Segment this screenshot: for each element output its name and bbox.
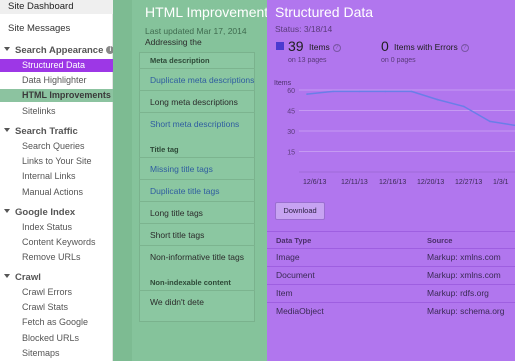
- collapse-triangle-icon[interactable]: [4, 128, 10, 133]
- sidebar-section-header[interactable]: Google Index: [0, 207, 113, 218]
- sidebar-section-title: Search Appearance: [15, 45, 104, 56]
- data-point: [306, 93, 308, 95]
- help-icon[interactable]: ?: [332, 43, 341, 52]
- sidebar-section-title: Search Traffic: [15, 126, 78, 137]
- page-title: HTML Improvements: [145, 4, 276, 20]
- sidebar-section-header[interactable]: Search Traffic: [0, 126, 113, 137]
- sidebar-item[interactable]: Index Status: [0, 221, 113, 234]
- source-cell: Markup: xmlns.com: [427, 270, 501, 280]
- sidebar-section-header[interactable]: Search Appearance i: [0, 45, 115, 56]
- data-point: [358, 90, 361, 93]
- items-legend-swatch: [276, 42, 284, 50]
- sidebar-item-site-messages[interactable]: Site Messages: [0, 23, 113, 34]
- data-type-cell[interactable]: Document: [276, 270, 315, 280]
- issue-row: Long meta descriptions: [139, 90, 255, 112]
- errors-count: 0: [381, 38, 389, 54]
- sidebar-item[interactable]: Fetch as Google: [0, 316, 113, 329]
- help-icon[interactable]: ?: [460, 43, 469, 52]
- issue-row: Non-informative title tags: [139, 245, 255, 267]
- sidebar-item[interactable]: Content Keywords: [0, 236, 113, 249]
- x-tick-label: 12/11/13: [341, 179, 368, 186]
- sidebar-item[interactable]: Crawl Stats: [0, 301, 113, 314]
- data-point: [332, 90, 334, 93]
- sidebar-item[interactable]: Sitemaps: [0, 347, 113, 360]
- source-cell: Markup: schema.org: [427, 306, 505, 316]
- data-point: [489, 120, 491, 123]
- errors-label: Items with Errors?: [394, 42, 469, 52]
- data-type-cell[interactable]: Image: [276, 252, 300, 262]
- sidebar-item[interactable]: Blocked URLs: [0, 332, 113, 345]
- sidebar-section-title: Google Index: [15, 207, 76, 218]
- issue-row[interactable]: Duplicate meta descriptions: [139, 68, 255, 90]
- items-line-chart: 60 45 30 15 12/6/13 12/11/13 12/16/13 12/20/13 1…: [287, 88, 515, 186]
- sidebar-item-site-dashboard[interactable]: Site Dashboard: [0, 0, 113, 14]
- issue-group-heading: Meta description: [150, 56, 210, 65]
- y-tick-label: 15: [287, 150, 295, 157]
- y-tick-label: 60: [287, 88, 295, 95]
- addressing-text: Addressing the: [145, 37, 202, 47]
- data-type-cell[interactable]: MediaObject: [276, 306, 324, 316]
- items-series-line: [306, 90, 515, 127]
- sidebar-item[interactable]: HTML Improvements: [0, 89, 113, 103]
- data-type-cell[interactable]: Item: [276, 288, 293, 298]
- structured-data-title: Structured Data: [275, 4, 374, 20]
- issue-row: Short title tags: [139, 223, 255, 245]
- x-tick-label: 12/20/13: [417, 179, 444, 186]
- col-header-data-type: Data Type: [276, 236, 312, 245]
- x-tick-label: 12/6/13: [303, 179, 326, 186]
- data-point: [384, 90, 387, 93]
- status-text: Status: 3/18/14: [275, 24, 333, 34]
- collapse-triangle-icon[interactable]: [4, 209, 10, 214]
- issue-row: We didn't dete: [139, 290, 255, 312]
- download-button[interactable]: Download: [275, 202, 325, 220]
- issue-group-heading: Non-indexable content: [150, 278, 231, 287]
- issue-group-heading: Title tag: [150, 145, 179, 154]
- sidebar-section-header[interactable]: Crawl: [0, 272, 113, 283]
- issue-row: Long title tags: [139, 201, 255, 223]
- errors-pages: on 0 pages: [381, 57, 416, 64]
- issue-row[interactable]: Short meta descriptions: [139, 112, 255, 134]
- sidebar-section-title: Crawl: [15, 272, 41, 283]
- sidebar-item[interactable]: Remove URLs: [0, 251, 113, 264]
- y-tick-label: 30: [287, 129, 295, 136]
- sidebar-item[interactable]: Manual Actions: [0, 186, 113, 199]
- items-label: Items?: [309, 42, 341, 52]
- table-divider: [267, 231, 515, 232]
- sidebar-item[interactable]: Search Queries: [0, 140, 113, 153]
- x-tick-label: 1/3/1: [493, 179, 509, 186]
- collapse-triangle-icon[interactable]: [4, 274, 10, 279]
- sidebar-item[interactable]: Sitelinks: [0, 105, 113, 118]
- html-improvements-panel: HTML Improvements Last updated Mar 17, 2…: [113, 0, 275, 361]
- source-cell: Markup: rdfs.org: [427, 288, 489, 298]
- sidebar-item[interactable]: Links to Your Site: [0, 155, 113, 168]
- x-tick-label: 12/27/13: [455, 179, 482, 186]
- y-tick-label: 45: [287, 109, 295, 116]
- items-count: 39: [288, 38, 304, 54]
- col-header-source: Source: [427, 236, 453, 245]
- issue-row[interactable]: Duplicate title tags: [139, 179, 255, 201]
- structured-data-panel: Structured Data Status: 3/18/14 39 Items…: [267, 0, 515, 361]
- collapse-triangle-icon[interactable]: [4, 47, 10, 52]
- sidebar-item[interactable]: Data Highlighter: [0, 74, 113, 87]
- source-cell: Markup: xmlns.com: [427, 252, 501, 262]
- table-row-divider: [267, 266, 515, 267]
- last-updated-text: Last updated Mar 17, 2014: [145, 26, 247, 36]
- items-pages: on 13 pages: [288, 57, 327, 64]
- sidebar-item[interactable]: Structured Data: [0, 59, 113, 72]
- panel-edge: [113, 0, 132, 361]
- sidebar-item[interactable]: Internal Links: [0, 170, 113, 183]
- issue-row[interactable]: Missing title tags: [139, 157, 255, 179]
- x-tick-label: 12/16/13: [379, 179, 406, 186]
- table-row-divider: [267, 302, 515, 303]
- table-row-divider: [267, 248, 515, 249]
- sidebar-nav: Site Dashboard Site Messages Search Appear…: [0, 0, 115, 361]
- table-row-divider: [267, 284, 515, 285]
- sidebar-item[interactable]: Crawl Errors: [0, 286, 113, 299]
- data-point: [436, 98, 439, 101]
- data-point: [410, 90, 413, 93]
- data-point: [463, 105, 465, 108]
